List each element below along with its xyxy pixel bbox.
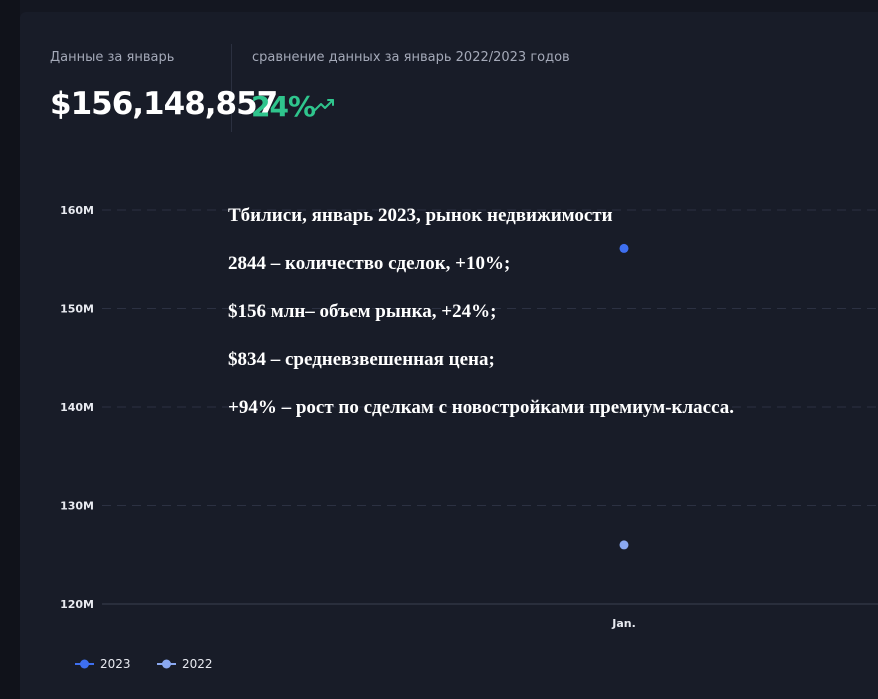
y-tick-label: 160M [60, 204, 94, 217]
y-tick-label: 120M [60, 598, 94, 611]
y-tick-label: 140M [60, 401, 94, 414]
legend-marker-2023 [80, 659, 89, 669]
data-point-2022 [619, 540, 629, 550]
legend-marker-2022 [162, 659, 171, 669]
overlay-deals-line: 2844 – количество сделок, +10%; [228, 253, 511, 274]
legend-label-2022: 2022 [182, 657, 213, 671]
overlay-average-price-line: $834 – средневзвешенная цена; [228, 349, 495, 370]
y-tick-label: 130M [60, 500, 94, 513]
data-point-2023 [619, 243, 629, 253]
legend-label-2023: 2023 [100, 657, 131, 671]
overlay-new-builds-line: +94% – рост по сделкам с новостройками п… [228, 397, 735, 418]
overlay-title: Тбилиси, январь 2023, рынок недвижимости [228, 205, 613, 226]
x-tick-label: Jan. [611, 617, 636, 630]
y-tick-label: 150M [60, 303, 94, 316]
overlay-market-volume-line: $156 млн– объем рынка, +24%; [228, 301, 497, 322]
